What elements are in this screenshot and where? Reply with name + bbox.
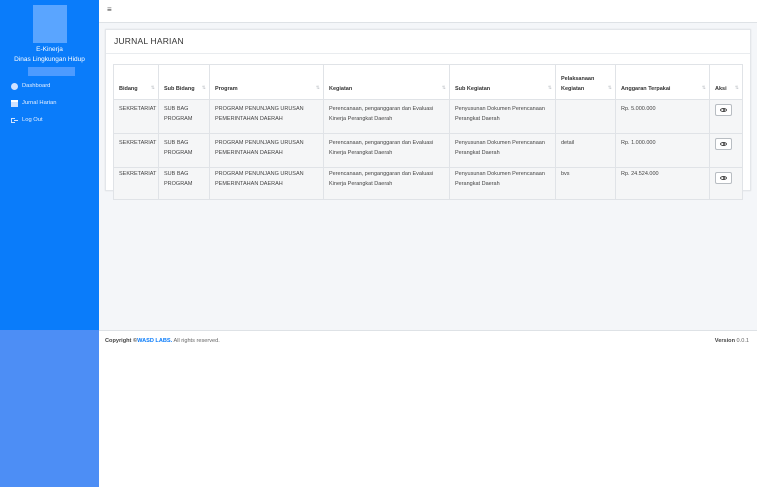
brand-title: E-Kinerja — [36, 46, 63, 53]
sort-icon: ⇅ — [315, 84, 320, 91]
sort-icon: ⇅ — [547, 84, 552, 91]
cell-aksi — [709, 133, 743, 168]
cell-kegiatan: Perencanaan, penganggaran dan Evaluasi K… — [323, 167, 450, 200]
sort-icon: ⇅ — [607, 84, 612, 91]
eye-icon — [720, 176, 727, 180]
cell-anggaran: Rp. 1.000.000 — [615, 133, 710, 168]
cell-pelaksanaan: detail — [555, 133, 616, 168]
footer-brand-link[interactable]: WASD LABS. — [137, 338, 172, 344]
table-row: SEKRETARIAT SUB BAG PROGRAM PROGRAM PENU… — [113, 133, 743, 168]
cell-kegiatan: Perencanaan, penganggaran dan Evaluasi K… — [323, 99, 450, 134]
table-row: SEKRETARIAT SUB BAG PROGRAM PROGRAM PENU… — [113, 167, 743, 200]
eye-icon — [720, 108, 727, 112]
cell-program: PROGRAM PENUNJANG URUSAN PEMERINTAHAN DA… — [209, 99, 324, 134]
cell-bidang: SEKRETARIAT — [113, 167, 159, 200]
sort-icon: ⇅ — [734, 84, 739, 91]
view-button[interactable] — [715, 172, 732, 184]
cell-aksi — [709, 99, 743, 134]
cell-anggaran: Rp. 5.000.000 — [615, 99, 710, 134]
copyright-text: Copyright ©WASD LABS. All rights reserve… — [105, 338, 220, 344]
sidebar-item-dashboard[interactable]: Dashboard — [11, 80, 50, 92]
jurnal-table: Bidang ⇅ Sub Bidang ⇅ Program ⇅ Kegiatan ⇅ S… — [113, 64, 743, 200]
sidebar-item-jurnal-harian[interactable]: Jurnal Harian — [11, 97, 56, 109]
top-navbar — [99, 0, 757, 23]
hamburger-menu-icon[interactable]: ≡ — [107, 5, 112, 14]
cell-bidang: SEKRETARIAT — [113, 133, 159, 168]
sort-icon: ⇅ — [150, 84, 155, 91]
cell-aksi — [709, 167, 743, 200]
column-header-aksi[interactable]: Aksi ⇅ — [709, 64, 743, 100]
cell-sub-bidang: SUB BAG PROGRAM — [158, 167, 210, 200]
sidebar-item-label: Dashboard — [22, 83, 51, 89]
column-header-program[interactable]: Program ⇅ — [209, 64, 324, 100]
eye-icon — [720, 142, 727, 146]
version-text: Version 0.0.1 — [714, 338, 749, 344]
user-name-placeholder — [28, 67, 75, 76]
cell-anggaran: Rp. 24.524.000 — [615, 167, 710, 200]
cell-kegiatan: Perencanaan, penganggaran dan Evaluasi K… — [323, 133, 450, 168]
sidebar-item-log-out[interactable]: Log Out — [11, 114, 43, 126]
sidebar-item-label: Log Out — [22, 117, 43, 123]
column-header-sub-bidang[interactable]: Sub Bidang ⇅ — [158, 64, 210, 100]
jurnal-card: JURNAL HARIAN Bidang ⇅ Sub Bidang ⇅ Progra… — [105, 29, 751, 200]
sort-icon: ⇅ — [701, 84, 706, 91]
brand-subtitle: Dinas Lingkungan Hidup — [14, 56, 85, 63]
cell-bidang: SEKRETARIAT — [113, 99, 159, 134]
sort-icon: ⇅ — [441, 84, 446, 91]
avatar — [33, 5, 67, 43]
column-header-bidang[interactable]: Bidang ⇅ — [113, 64, 159, 100]
sidebar-item-label: Jurnal Harian — [22, 100, 57, 106]
sidebar-extension — [0, 330, 99, 487]
column-header-pelaksanaan-kegiatan[interactable]: Pelaksanaan Kegiatan ⇅ — [555, 64, 616, 100]
card-divider — [106, 53, 750, 54]
page-title: JURNAL HARIAN — [114, 36, 184, 46]
cell-pelaksanaan: bvs — [555, 167, 616, 200]
sidebar: E-Kinerja Dinas Lingkungan Hidup Dashboa… — [0, 0, 99, 330]
cell-sub-kegiatan: Penyusunan Dokumen Perencanaan Perangkat… — [449, 99, 556, 134]
cell-program: PROGRAM PENUNJANG URUSAN PEMERINTAHAN DA… — [209, 167, 324, 200]
cell-sub-kegiatan: Penyusunan Dokumen Perencanaan Perangkat… — [449, 133, 556, 168]
view-button[interactable] — [715, 138, 732, 150]
logout-icon — [11, 117, 18, 124]
dashboard-icon — [11, 82, 18, 90]
view-button[interactable] — [715, 104, 732, 116]
cell-pelaksanaan — [555, 99, 616, 134]
column-header-anggaran-terpakai[interactable]: Anggaran Terpakai ⇅ — [615, 64, 710, 100]
column-header-sub-kegiatan[interactable]: Sub Kegiatan ⇅ — [449, 64, 556, 100]
sort-icon: ⇅ — [201, 84, 206, 91]
footer: Copyright ©WASD LABS. All rights reserve… — [99, 330, 757, 353]
table-header-row: Bidang ⇅ Sub Bidang ⇅ Program ⇅ Kegiatan ⇅ S… — [113, 64, 743, 100]
table-row: SEKRETARIAT SUB BAG PROGRAM PROGRAM PENU… — [113, 99, 743, 134]
cell-program: PROGRAM PENUNJANG URUSAN PEMERINTAHAN DA… — [209, 133, 324, 168]
column-header-kegiatan[interactable]: Kegiatan ⇅ — [323, 64, 450, 100]
cell-sub-kegiatan: Penyusunan Dokumen Perencanaan Perangkat… — [449, 167, 556, 200]
cell-sub-bidang: SUB BAG PROGRAM — [158, 99, 210, 134]
calendar-icon — [11, 99, 18, 107]
cell-sub-bidang: SUB BAG PROGRAM — [158, 133, 210, 168]
